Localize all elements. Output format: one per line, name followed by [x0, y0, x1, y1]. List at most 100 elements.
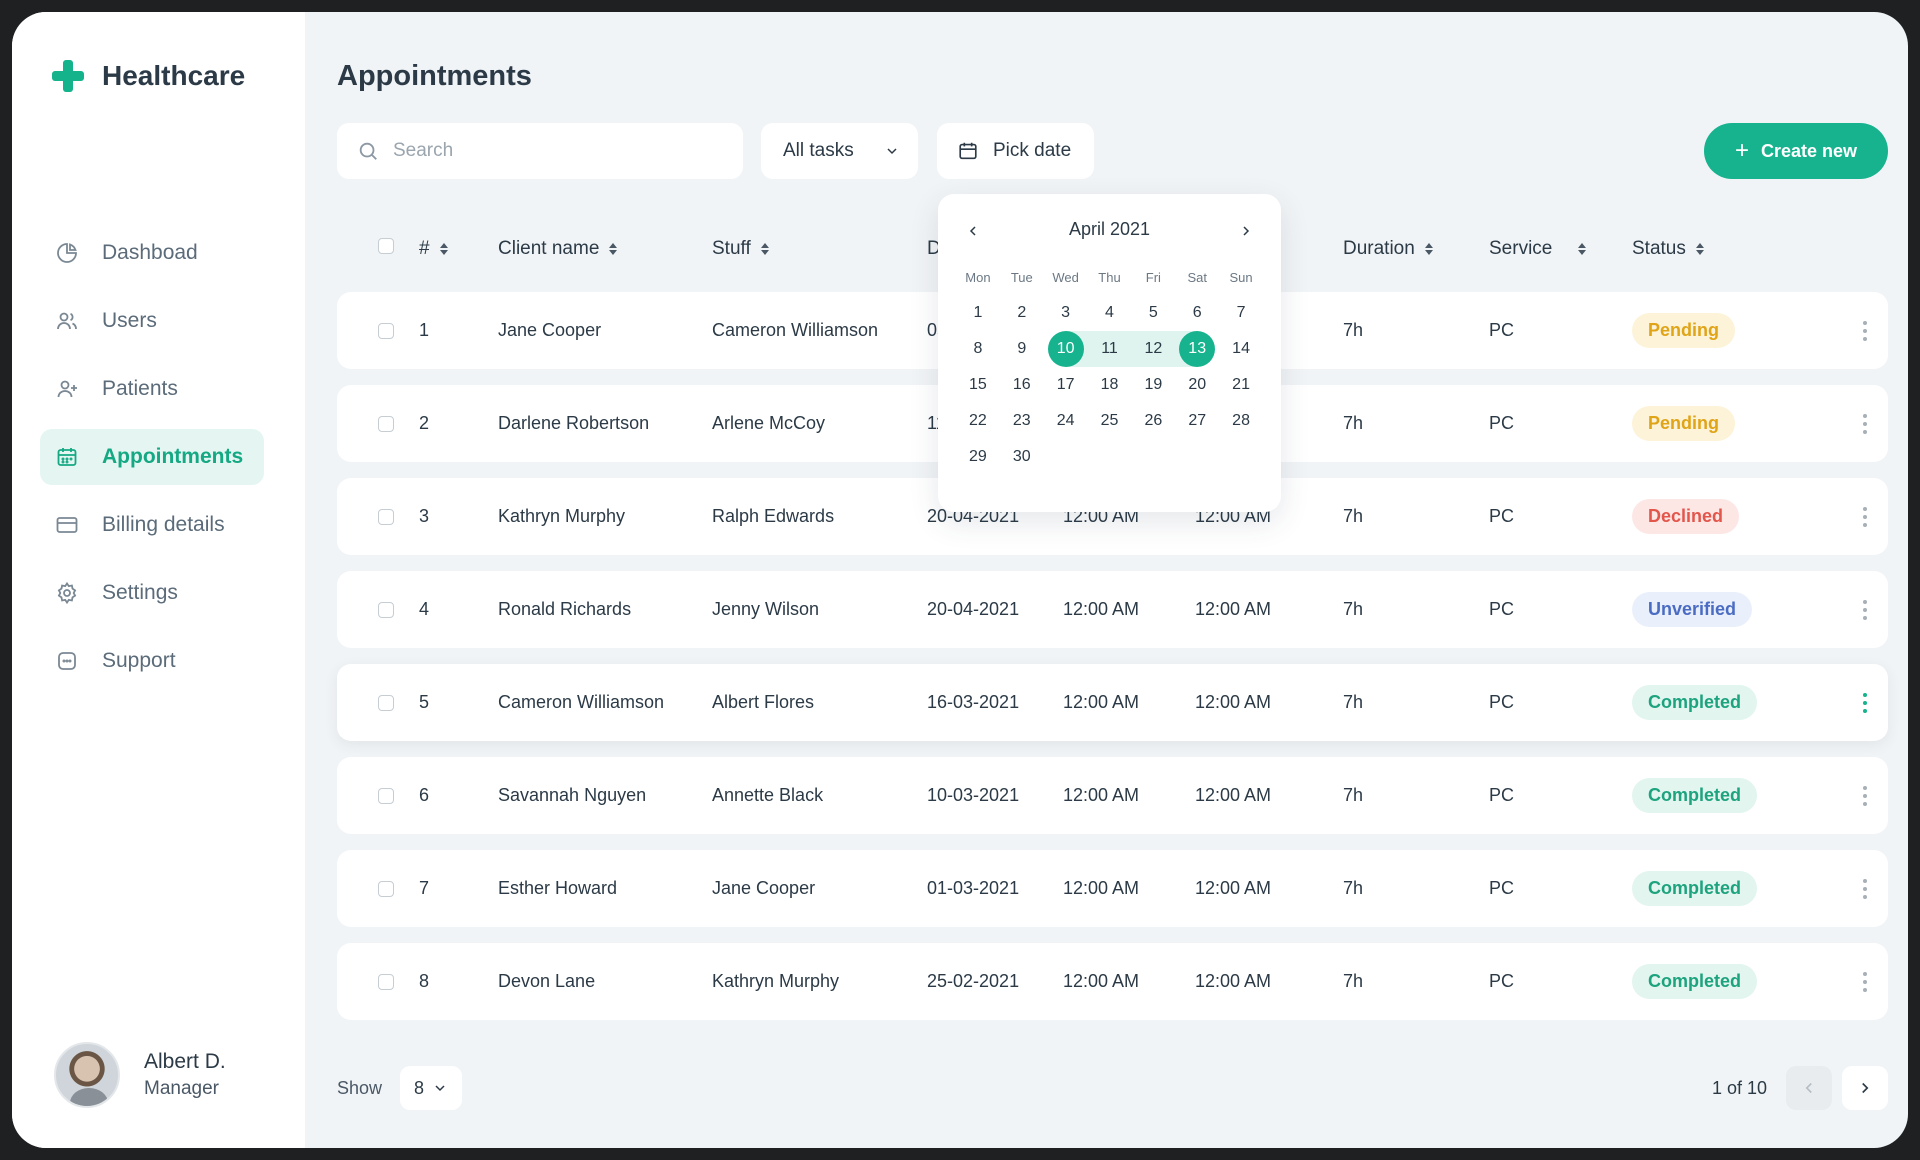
sidebar-item-settings[interactable]: Settings — [40, 565, 264, 621]
logo[interactable]: Healthcare — [52, 60, 245, 92]
user-profile[interactable]: Albert D. Manager — [54, 1042, 226, 1108]
column-header-duration[interactable]: Duration — [1343, 238, 1433, 260]
more-options-icon[interactable] — [1863, 785, 1867, 806]
app-name: Healthcare — [102, 60, 246, 91]
calendar-day[interactable]: 1 — [956, 295, 1000, 331]
more-options-icon[interactable] — [1863, 971, 1867, 992]
more-options-icon[interactable] — [1863, 692, 1867, 713]
calendar-day[interactable]: 9 — [1000, 331, 1044, 367]
calendar-day-number: 27 — [1188, 412, 1207, 429]
calendar-day[interactable]: 7 — [1219, 295, 1263, 331]
pick-date-button[interactable]: Pick date — [937, 123, 1094, 179]
row-actions-cell — [1863, 664, 1867, 741]
previous-page-button[interactable] — [1786, 1066, 1832, 1110]
sort-icon[interactable] — [1578, 243, 1587, 255]
calendar-day[interactable]: 8 — [956, 331, 1000, 367]
calendar-day[interactable]: 2 — [1000, 295, 1044, 331]
calendar-day[interactable]: 20 — [1175, 367, 1219, 403]
chevron-right-icon — [1862, 1082, 1869, 1094]
table-row[interactable]: 7 Esther Howard Jane Cooper 01-03-2021 12:00… — [337, 850, 1888, 927]
calendar-day[interactable]: 17 — [1044, 367, 1088, 403]
calendar-day[interactable]: 21 — [1219, 367, 1263, 403]
calendar-day[interactable]: 24 — [1044, 403, 1088, 439]
pie-chart-icon — [54, 240, 80, 266]
calendar-day[interactable]: 11 — [1087, 331, 1132, 367]
row-checkbox[interactable] — [378, 415, 394, 432]
calendar-day[interactable]: 13 — [1175, 331, 1220, 367]
calendar-day[interactable]: 23 — [1000, 403, 1044, 439]
sidebar-item-patients[interactable]: Patients — [40, 361, 264, 417]
calendar-day[interactable]: 6 — [1175, 295, 1219, 331]
cell-end-time: 12:00 AM — [1195, 971, 1272, 991]
row-checkbox[interactable] — [378, 880, 394, 897]
sidebar-item-support[interactable]: Support — [40, 633, 264, 689]
cell-service: PC — [1489, 506, 1515, 526]
calendar-day[interactable]: 4 — [1088, 295, 1132, 331]
calendar-day[interactable]: 29 — [956, 439, 1000, 475]
calendar-day[interactable]: 28 — [1219, 403, 1263, 439]
calendar-day[interactable]: 26 — [1131, 403, 1175, 439]
select-all-checkbox[interactable] — [378, 238, 394, 254]
column-header-status[interactable]: Status — [1632, 238, 1704, 260]
calendar-day[interactable]: 22 — [956, 403, 1000, 439]
create-new-button[interactable]: + Create new — [1704, 123, 1888, 179]
cell-duration: 7h — [1343, 692, 1364, 712]
calendar-day[interactable]: 10 — [1043, 331, 1088, 367]
row-checkbox[interactable] — [378, 601, 394, 618]
next-month-button[interactable] — [1235, 220, 1257, 242]
calendar-day[interactable]: 25 — [1088, 403, 1132, 439]
sidebar-item-users[interactable]: Users — [40, 293, 264, 349]
calendar-day-number: 20 — [1188, 376, 1207, 393]
calendar-day[interactable]: 30 — [1000, 439, 1044, 475]
calendar-day[interactable]: 14 — [1219, 331, 1263, 367]
column-header-num[interactable]: # — [419, 238, 448, 260]
table-row[interactable]: 4 Ronald Richards Jenny Wilson 20-04-2021 12… — [337, 571, 1888, 648]
next-page-button[interactable] — [1842, 1066, 1888, 1110]
more-options-icon[interactable] — [1863, 599, 1867, 620]
row-checkbox[interactable] — [378, 322, 394, 339]
cell-stuff: Cameron Williamson — [712, 320, 879, 340]
more-options-icon[interactable] — [1863, 320, 1867, 341]
calendar-day[interactable]: 19 — [1131, 367, 1175, 403]
more-options-icon[interactable] — [1863, 506, 1867, 527]
sort-icon[interactable] — [1424, 243, 1433, 255]
row-checkbox[interactable] — [378, 973, 394, 990]
column-header-client[interactable]: Client name — [498, 238, 618, 260]
search-box[interactable] — [337, 123, 743, 179]
column-label: Client name — [498, 238, 600, 259]
more-options-icon[interactable] — [1863, 413, 1867, 434]
calendar-day[interactable]: 12 — [1131, 331, 1176, 367]
search-input[interactable] — [393, 140, 713, 162]
cell-duration: 7h — [1343, 785, 1364, 805]
sort-icon[interactable] — [609, 243, 618, 255]
table-row[interactable]: 5 Cameron Williamson Albert Flores 16-03-20… — [337, 664, 1888, 741]
calendar-day[interactable]: 5 — [1131, 295, 1175, 331]
calendar-day[interactable]: 3 — [1044, 295, 1088, 331]
cell-num: 4 — [419, 599, 430, 619]
sort-icon[interactable] — [1695, 243, 1704, 255]
sort-icon[interactable] — [439, 243, 448, 255]
previous-month-button[interactable] — [962, 220, 984, 242]
sidebar-item-dashboad[interactable]: Dashboad — [40, 225, 264, 281]
column-header-service[interactable]: Service — [1489, 238, 1587, 260]
table-row[interactable]: 6 Savannah Nguyen Annette Black 10-03-2021 1… — [337, 757, 1888, 834]
calendar-day[interactable]: 16 — [1000, 367, 1044, 403]
more-options-icon[interactable] — [1863, 878, 1867, 899]
row-checkbox[interactable] — [378, 694, 394, 711]
cell-service: PC — [1489, 413, 1515, 433]
row-checkbox[interactable] — [378, 508, 394, 525]
page-size-select[interactable]: 8 — [400, 1066, 462, 1110]
row-checkbox[interactable] — [378, 787, 394, 804]
avatar[interactable] — [54, 1042, 120, 1108]
sidebar-item-billing-details[interactable]: Billing details — [40, 497, 264, 553]
sort-icon[interactable] — [760, 243, 769, 255]
table-row[interactable]: 8 Devon Lane Kathryn Murphy 25-02-2021 12:00… — [337, 943, 1888, 1020]
cell-start-time: 12:00 AM — [1063, 785, 1140, 805]
calendar-day[interactable]: 15 — [956, 367, 1000, 403]
calendar-day[interactable]: 18 — [1088, 367, 1132, 403]
sidebar-item-appointments[interactable]: Appointments — [40, 429, 264, 485]
task-filter-dropdown[interactable]: All tasks — [761, 123, 918, 179]
column-header-stuff[interactable]: Stuff — [712, 238, 769, 260]
calendar-day[interactable]: 27 — [1175, 403, 1219, 439]
calendar-day-number: 6 — [1192, 304, 1202, 321]
